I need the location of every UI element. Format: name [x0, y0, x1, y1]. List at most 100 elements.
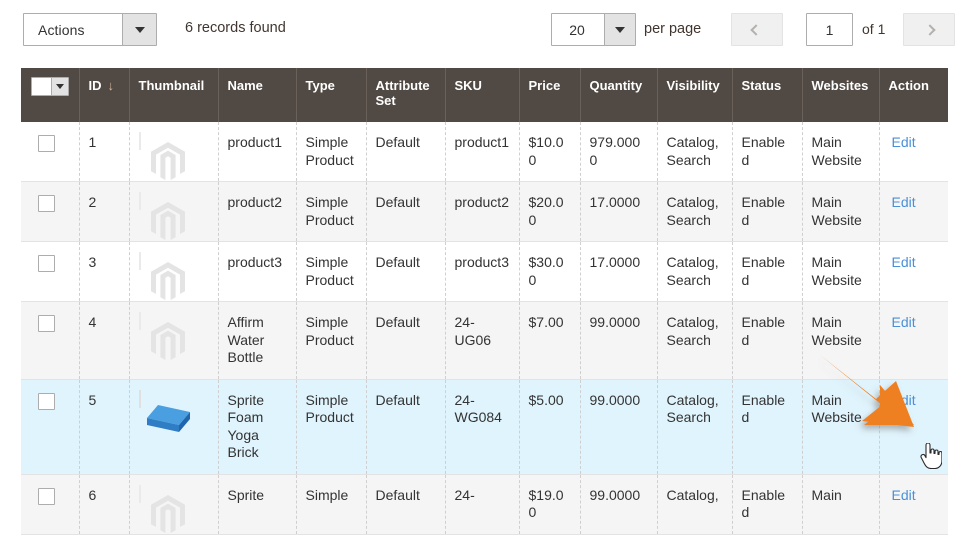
cell-quantity: 99.0000	[580, 474, 658, 535]
row-select-cell[interactable]	[21, 122, 80, 182]
actions-dropdown[interactable]: Actions	[23, 13, 157, 46]
cell-thumbnail[interactable]	[129, 301, 219, 380]
edit-link[interactable]: Edit	[892, 314, 916, 330]
edit-link[interactable]: Edit	[892, 254, 916, 270]
cell-visibility: Catalog, Search	[657, 301, 733, 380]
per-page-dropdown[interactable]: 20	[551, 13, 636, 46]
edit-link[interactable]: Edit	[892, 392, 916, 408]
row-checkbox[interactable]	[38, 392, 55, 410]
edit-link[interactable]: Edit	[892, 194, 916, 210]
cell-action[interactable]: Edit	[879, 241, 948, 302]
row-checkbox[interactable]	[38, 135, 55, 152]
magento-placeholder-icon[interactable]	[138, 312, 185, 360]
sort-descending-icon: ↓	[107, 78, 115, 93]
magento-placeholder-icon[interactable]	[138, 132, 185, 180]
cell-attribute-set: Default	[366, 474, 446, 535]
row-select-cell[interactable]	[21, 301, 80, 380]
row-checkbox[interactable]	[38, 487, 55, 505]
cell-websites: Main Website	[802, 241, 880, 302]
caret-down-icon[interactable]	[604, 14, 635, 45]
cell-price: $20.00	[519, 181, 581, 242]
table-row[interactable]: 6 Sprite Simple Default 24- $19.00 99.0000 Cata…	[21, 474, 948, 535]
row-checkbox[interactable]	[38, 255, 55, 272]
row-select-cell[interactable]	[21, 379, 80, 475]
actions-dropdown-label: Actions	[38, 21, 85, 38]
cell-action[interactable]: Edit	[879, 474, 948, 535]
edit-link[interactable]: Edit	[892, 134, 916, 150]
column-header-thumbnail[interactable]: Thumbnail	[129, 68, 219, 122]
column-header-visibility[interactable]: Visibility	[657, 68, 733, 122]
column-header-price[interactable]: Price	[519, 68, 581, 122]
cell-websites: Main Website	[802, 122, 880, 182]
select-all-caret-icon[interactable]	[51, 78, 68, 95]
cell-websites: Main Website	[802, 181, 880, 242]
cell-sku: product1	[445, 122, 520, 182]
cell-thumbnail[interactable]	[129, 474, 219, 535]
table-row[interactable]: 2 product2 Simple Product Default product2 $2…	[21, 181, 948, 242]
yoga-brick-image[interactable]	[138, 389, 190, 432]
cell-attribute-set: Default	[366, 122, 446, 182]
cell-name: Affirm Water Bottle	[218, 301, 297, 380]
magento-placeholder-icon[interactable]	[138, 484, 185, 533]
cell-status: Enabled	[732, 301, 803, 380]
header-row: ID ↓ Thumbnail Name Type Attribute Set SK…	[21, 68, 948, 122]
column-header-action: Action	[879, 68, 948, 122]
next-page-button[interactable]	[903, 13, 955, 46]
magento-placeholder-icon[interactable]	[138, 192, 185, 240]
row-select-cell[interactable]	[21, 474, 80, 535]
cell-status: Enabled	[732, 474, 803, 535]
column-header-type[interactable]: Type	[296, 68, 367, 122]
cell-visibility: Catalog, Search	[657, 122, 733, 182]
cell-thumbnail[interactable]	[129, 379, 219, 475]
table-row[interactable]: 1 product1 Simple Product Default product1 $1…	[21, 122, 948, 182]
select-all-checkbox[interactable]	[32, 78, 51, 95]
row-checkbox[interactable]	[38, 315, 55, 332]
cell-quantity: 17.0000	[580, 181, 658, 242]
cell-name: Sprite	[218, 474, 297, 535]
cell-price: $30.00	[519, 241, 581, 302]
select-all-checkbox-dropdown[interactable]	[31, 77, 69, 96]
products-table: ID ↓ Thumbnail Name Type Attribute Set SK…	[21, 68, 948, 535]
table-row[interactable]: 5 Sprite Foam Yoga Brick Simple Product Def…	[21, 379, 948, 475]
cell-thumbnail[interactable]	[129, 241, 219, 302]
cell-status: Enabled	[732, 181, 803, 242]
cell-quantity: 99.0000	[580, 379, 658, 475]
cell-thumbnail[interactable]	[129, 122, 219, 182]
cell-visibility: Catalog,	[657, 474, 733, 535]
per-page-label: per page	[644, 21, 702, 37]
cell-type: Simple	[296, 474, 367, 535]
column-header-sku[interactable]: SKU	[445, 68, 520, 122]
column-header-quantity[interactable]: Quantity	[580, 68, 658, 122]
table-header: ID ↓ Thumbnail Name Type Attribute Set SK…	[21, 68, 948, 122]
page-number-input[interactable]: 1	[806, 13, 853, 46]
cell-websites: Main Website	[802, 379, 880, 475]
cell-websites: Main Website	[802, 301, 880, 380]
cell-action[interactable]: Edit	[879, 122, 948, 182]
column-header-websites[interactable]: Websites	[802, 68, 880, 122]
cell-websites: Main	[802, 474, 880, 535]
row-checkbox[interactable]	[38, 195, 55, 212]
cell-visibility: Catalog, Search	[657, 241, 733, 302]
table-row[interactable]: 4 Affirm Water Bottle Simple Product Defaul…	[21, 301, 948, 380]
row-select-cell[interactable]	[21, 181, 80, 242]
column-header-attribute-set[interactable]: Attribute Set	[366, 68, 446, 122]
cell-thumbnail[interactable]	[129, 181, 219, 242]
table-body: 1 product1 Simple Product Default product1 $1…	[21, 122, 948, 535]
cell-quantity: 979.0000	[580, 122, 658, 182]
row-select-cell[interactable]	[21, 241, 80, 302]
table-row[interactable]: 3 product3 Simple Product Default product3 $3…	[21, 241, 948, 302]
cell-action[interactable]: Edit	[879, 379, 948, 475]
cell-price: $10.00	[519, 122, 581, 182]
cell-action[interactable]: Edit	[879, 181, 948, 242]
column-header-select[interactable]	[21, 68, 80, 122]
magento-placeholder-icon[interactable]	[138, 252, 185, 300]
total-pages-label: of 1	[862, 21, 886, 37]
column-header-status[interactable]: Status	[732, 68, 803, 122]
caret-down-glyph	[615, 26, 625, 33]
edit-link[interactable]: Edit	[892, 487, 916, 503]
previous-page-button[interactable]	[731, 13, 783, 46]
column-header-name[interactable]: Name	[218, 68, 297, 122]
cell-action[interactable]: Edit	[879, 301, 948, 380]
column-header-id[interactable]: ID ↓	[79, 68, 130, 122]
caret-down-icon[interactable]	[122, 14, 156, 45]
